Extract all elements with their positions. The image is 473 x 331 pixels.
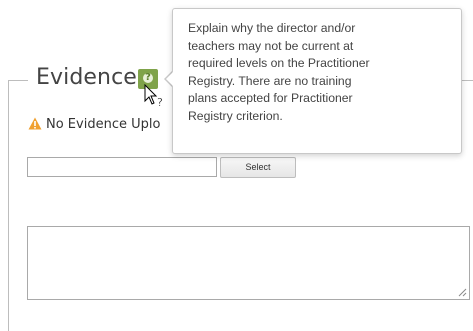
svg-text:?: ? xyxy=(157,96,163,109)
file-path-input[interactable] xyxy=(27,157,217,177)
fieldset-border-left xyxy=(8,80,9,331)
evidence-legend: Evidence xyxy=(30,62,143,94)
evidence-comments-textarea[interactable] xyxy=(27,226,470,300)
help-tooltip: Explain why the director and/or teachers… xyxy=(172,8,462,154)
tooltip-arrow-fill xyxy=(166,71,174,87)
warning-text: No Evidence Uplo xyxy=(46,117,161,132)
tooltip-line: teachers may not be current at xyxy=(188,38,354,53)
no-evidence-warning: No Evidence Uplo xyxy=(28,117,160,133)
tooltip-line: Explain why the director and/or xyxy=(188,21,356,35)
fieldset-border-top xyxy=(8,80,28,81)
tooltip-line: Registry. There are no training xyxy=(188,73,352,88)
tooltip-line: plans accepted for Practitioner xyxy=(188,91,353,105)
resize-grip-icon[interactable] xyxy=(458,288,467,297)
tooltip-line: Registry criterion. xyxy=(188,108,283,123)
evidence-page: Evidence ? ? No Evidence Uplo Select Exp… xyxy=(0,0,473,331)
tooltip-line: required levels on the Practitioner xyxy=(188,56,370,70)
select-file-button[interactable]: Select xyxy=(220,157,296,178)
warning-triangle-icon xyxy=(28,117,42,130)
